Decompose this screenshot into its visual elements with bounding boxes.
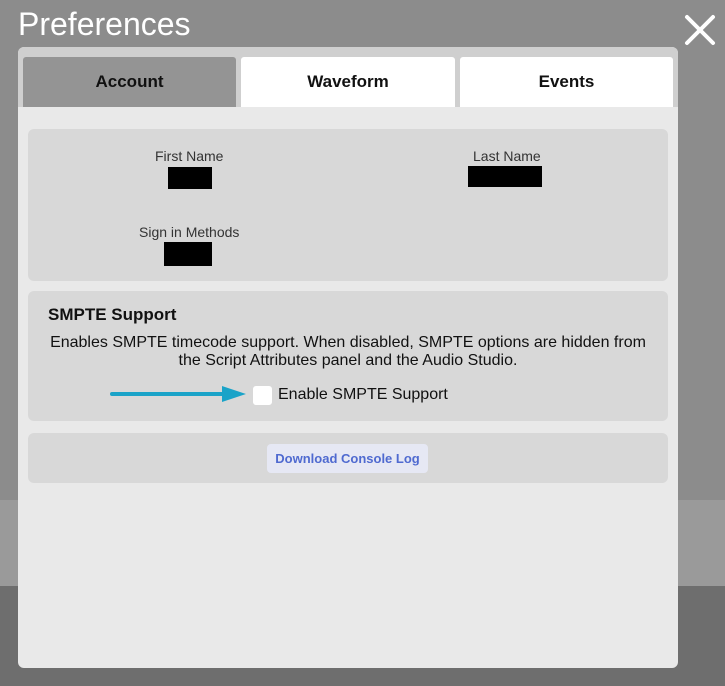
enable-smpte-checkbox[interactable] (253, 386, 272, 405)
smpte-panel: SMPTE Support Enables SMPTE timecode sup… (28, 291, 668, 421)
tab-account[interactable]: Account (23, 57, 236, 107)
smpte-description: Enables SMPTE timecode support. When dis… (50, 334, 646, 369)
sign-in-methods-value-redacted (164, 242, 212, 266)
close-icon (685, 15, 715, 45)
sign-in-methods-label: Sign in Methods (139, 224, 240, 240)
last-name-label: Last Name (473, 148, 541, 164)
first-name-value-redacted (168, 167, 212, 189)
close-button[interactable] (682, 12, 718, 48)
tab-events[interactable]: Events (460, 57, 673, 107)
modal-title: Preferences (18, 6, 191, 42)
tab-bar: Account Waveform Events (18, 47, 678, 107)
enable-smpte-label[interactable]: Enable SMPTE Support (278, 386, 448, 404)
first-name-label: First Name (155, 148, 224, 164)
download-panel: Download Console Log (28, 433, 668, 483)
account-panel: First Name Last Name Sign in Methods (28, 129, 668, 281)
last-name-value-redacted (468, 166, 542, 187)
smpte-title: SMPTE Support (48, 305, 177, 324)
arrow-right-icon (110, 386, 246, 402)
tab-waveform[interactable]: Waveform (241, 57, 455, 107)
preferences-dialog: Account Waveform Events First Name Last … (18, 47, 678, 668)
download-console-log-button[interactable]: Download Console Log (267, 444, 428, 473)
